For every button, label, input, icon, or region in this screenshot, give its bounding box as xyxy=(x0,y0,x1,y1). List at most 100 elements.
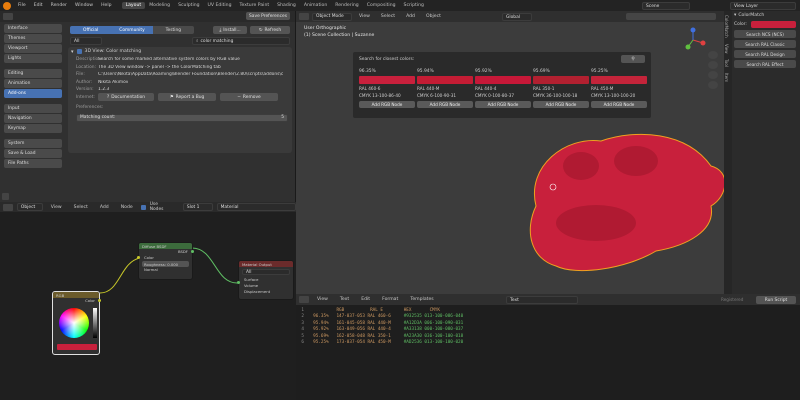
tab-official[interactable]: Official xyxy=(70,26,112,34)
pin-icon[interactable]: ⚲ xyxy=(621,55,645,63)
workspace-tab-modeling[interactable]: Modeling xyxy=(145,2,174,9)
mode-selector[interactable]: Object Mode xyxy=(312,12,352,21)
pan-hand-icon[interactable] xyxy=(708,61,718,69)
editor-type-icon[interactable] xyxy=(299,296,309,303)
run-script-button[interactable]: Run Script xyxy=(756,296,796,304)
addon-search-input[interactable]: ⌕ color matching xyxy=(192,37,290,45)
collapse-arrow-icon[interactable]: ▾ xyxy=(734,13,736,18)
hamburger-menu-icon[interactable] xyxy=(2,193,9,200)
viewport-menu-select[interactable]: Select xyxy=(377,14,399,19)
rgb-color-swatch[interactable] xyxy=(57,344,97,350)
save-preferences-button[interactable]: Save Preferences xyxy=(246,12,290,20)
diffuse-bsdf-node[interactable]: Diffuse BSDF BSDF Color Roughness: 0.000… xyxy=(137,242,194,280)
grid-icon[interactable] xyxy=(708,81,718,89)
material-output-node[interactable]: Material Output All Surface Volume Displ… xyxy=(237,260,294,300)
registered-checkbox-label[interactable]: Registered xyxy=(721,297,743,302)
color-input-socket[interactable] xyxy=(137,256,140,259)
text-datablock-selector[interactable]: Text xyxy=(506,296,578,304)
expand-arrow-icon[interactable]: ▾ xyxy=(71,49,74,55)
text-content[interactable]: 1 RGB RAL E HEX CMYK 2 96.35% 147-037-053… xyxy=(296,305,800,346)
refresh-button[interactable]: ↻ Refresh xyxy=(250,26,290,34)
workspace-tab-rendering[interactable]: Rendering xyxy=(331,2,362,9)
matching-count-field[interactable]: Matching count: 5 xyxy=(76,113,288,122)
tab-community[interactable]: Community xyxy=(111,26,153,34)
menu-render[interactable]: Render xyxy=(47,3,71,8)
workspace-tab-texture-paint[interactable]: Texture Paint xyxy=(236,2,274,9)
editor-type-icon[interactable] xyxy=(299,13,309,20)
value-slider[interactable] xyxy=(93,308,97,338)
workspace-tab-scripting[interactable]: Scripting xyxy=(400,2,428,9)
sidebar-item-lights[interactable]: Lights xyxy=(4,54,62,63)
sidebar-item-interface[interactable]: Interface xyxy=(4,24,62,33)
text-menu-text[interactable]: Text xyxy=(336,297,353,302)
search-ral-effect-button[interactable]: Search RAL Effect xyxy=(734,60,796,68)
viewport-menu-object[interactable]: Object xyxy=(422,14,445,19)
add-rgb-node-button[interactable]: Add RGB Node xyxy=(475,101,531,108)
menu-help[interactable]: Help xyxy=(97,3,115,8)
workspace-tab-uv-editing[interactable]: UV Editing xyxy=(204,2,236,9)
text-menu-edit[interactable]: Edit xyxy=(357,297,374,302)
sidebar-item-add-ons[interactable]: Add-ons xyxy=(4,89,62,98)
workspace-tab-compositing[interactable]: Compositing xyxy=(363,2,400,9)
sidebar-item-navigation[interactable]: Navigation xyxy=(4,114,62,123)
menu-window[interactable]: Window xyxy=(71,3,97,8)
workspace-tab-sculpting[interactable]: Sculpting xyxy=(174,2,203,9)
workspace-tab-animation[interactable]: Animation xyxy=(300,2,331,9)
transform-orientation-selector[interactable]: Global xyxy=(502,13,532,21)
surface-input-socket[interactable] xyxy=(237,281,240,284)
sidebar-item-file-paths[interactable]: File Paths xyxy=(4,159,62,168)
camera-icon[interactable] xyxy=(708,71,718,79)
3d-viewport[interactable]: Object Mode View Select Add Object Globa… xyxy=(296,11,726,294)
search-ral-design-button[interactable]: Search RAL Design xyxy=(734,50,796,58)
tab-tool[interactable]: Tool xyxy=(724,59,729,67)
install-button[interactable]: ⤓ Install... xyxy=(213,26,247,34)
tab-item[interactable]: Item xyxy=(724,73,729,82)
color-wheel[interactable] xyxy=(59,308,89,338)
line-text: 95.92% 163-049-056 RAL 440-4 xyxy=(308,327,404,333)
addon-enable-checkbox[interactable] xyxy=(76,49,82,54)
rgb-node[interactable]: RGB Color xyxy=(52,291,101,355)
report-bug-button[interactable]: ⚑ Report a Bug xyxy=(158,93,216,102)
sidebar-item-viewport[interactable]: Viewport xyxy=(4,44,62,53)
bsdf-output-socket[interactable] xyxy=(191,250,194,253)
suzanne-mesh[interactable] xyxy=(496,111,726,281)
sidebar-item-themes[interactable]: Themes xyxy=(4,34,62,43)
sidebar-item-input[interactable]: Input xyxy=(4,104,62,113)
text-menu-view[interactable]: View xyxy=(313,297,332,302)
text-menu-templates[interactable]: Templates xyxy=(406,297,437,302)
add-rgb-node-button[interactable]: Add RGB Node xyxy=(533,101,589,108)
add-rgb-node-button[interactable]: Add RGB Node xyxy=(591,101,647,108)
workspace-tab-layout[interactable]: Layout xyxy=(121,2,146,9)
sidebar-item-animation[interactable]: Animation xyxy=(4,79,62,88)
workspace-tab-shading[interactable]: Shading xyxy=(273,2,300,9)
scene-selector[interactable]: Scene xyxy=(642,2,690,10)
tab-testing[interactable]: Testing xyxy=(152,26,194,34)
documentation-button[interactable]: ? Documentation xyxy=(98,93,154,102)
view-layer-selector[interactable]: View Layer xyxy=(730,2,796,10)
sidebar-item-keymap[interactable]: Keymap xyxy=(4,124,62,133)
remove-addon-button[interactable]: − Remove xyxy=(220,93,278,102)
text-menu-format[interactable]: Format xyxy=(378,297,402,302)
rgb-output-socket[interactable] xyxy=(98,299,101,302)
search-ncs-button[interactable]: Search NCS (NCS) xyxy=(734,30,796,38)
search-ral-classic-button[interactable]: Search RAL Classic xyxy=(734,40,796,48)
tab-view[interactable]: View xyxy=(724,44,729,54)
color-swatch-field[interactable] xyxy=(750,21,796,28)
viewport-menu-add[interactable]: Add xyxy=(402,14,419,19)
sidebar-item-save-load[interactable]: Save & Load xyxy=(4,149,62,158)
zoom-icon[interactable] xyxy=(708,51,718,59)
sidebar-item-system[interactable]: System xyxy=(4,139,62,148)
sidebar-item-editing[interactable]: Editing xyxy=(4,69,62,78)
viewport-menu-view[interactable]: View xyxy=(355,14,374,19)
category-filter[interactable]: All xyxy=(70,37,102,45)
menu-file[interactable]: File xyxy=(14,3,30,8)
add-rgb-node-button[interactable]: Add RGB Node xyxy=(359,101,415,108)
shading-mode-buttons[interactable] xyxy=(626,13,716,20)
menu-edit[interactable]: Edit xyxy=(30,3,47,8)
editor-type-icon[interactable] xyxy=(3,13,13,20)
blender-logo-icon[interactable] xyxy=(3,1,11,10)
add-rgb-node-button[interactable]: Add RGB Node xyxy=(417,101,473,108)
output-target-selector[interactable]: All xyxy=(242,269,290,275)
tab-colormatch[interactable]: ColorMatch xyxy=(724,15,729,38)
navigation-gizmo[interactable] xyxy=(680,27,706,53)
